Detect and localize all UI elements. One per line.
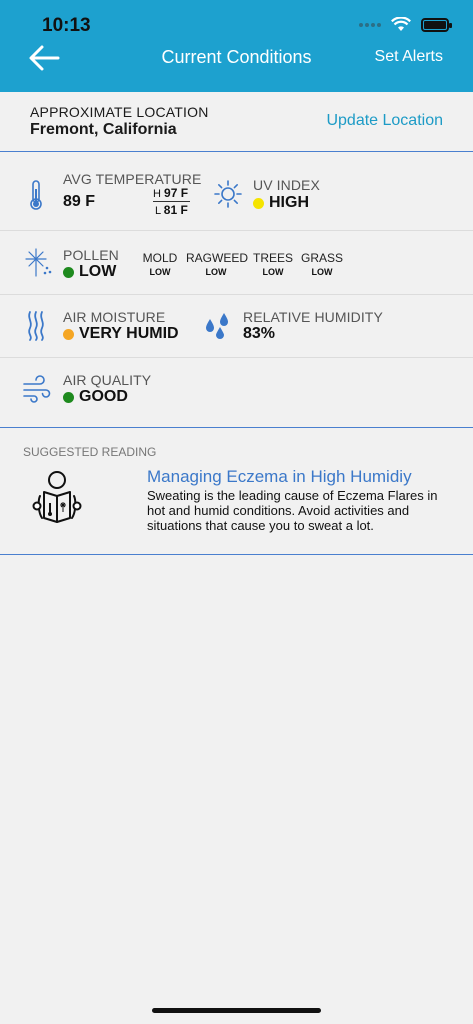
air-moisture-value: VERY HUMID [63, 325, 179, 343]
status-time: 10:13 [42, 15, 91, 36]
high-temperature: H 97 F [153, 186, 189, 200]
dandelion-icon [25, 248, 52, 277]
thermometer-icon [30, 180, 42, 210]
pollen-mold: MOLD LOW [142, 251, 178, 277]
air-quality-value: GOOD [63, 388, 128, 406]
pollen-status-dot [63, 266, 74, 278]
pollen-value: LOW [63, 263, 116, 281]
set-alerts-button[interactable]: Set Alerts [375, 48, 443, 66]
battery-icon [421, 17, 452, 32]
temperature-uv-row: AVG TEMPERATURE 89 F H 97 F L 81 F UV IN… [0, 153, 473, 231]
wind-icon [23, 375, 51, 403]
article-title[interactable]: Managing Eczema in High Humidiy [147, 467, 412, 487]
uv-index-label: UV INDEX [253, 177, 320, 193]
suggested-reading-section[interactable]: SUGGESTED READING Managing Eczema in Hig… [0, 427, 473, 555]
hl-divider [153, 201, 190, 202]
moisture-humidity-row: AIR MOISTURE VERY HUMID RELATIVE HUMIDIT… [0, 295, 473, 358]
uv-status-dot [253, 197, 264, 209]
uv-index-value: HIGH [253, 194, 309, 212]
low-temperature: L 81 F [155, 203, 188, 217]
pollen-label: POLLEN [63, 247, 119, 263]
location-label: APPROXIMATE LOCATION [30, 104, 209, 120]
suggested-reading-label: SUGGESTED READING [23, 445, 157, 459]
location-section: APPROXIMATE LOCATION Fremont, California… [0, 92, 473, 152]
avg-temperature-label: AVG TEMPERATURE [63, 171, 202, 187]
air-quality-status-dot [63, 391, 74, 403]
article-summary: Sweating is the leading cause of Eczema … [147, 488, 438, 533]
status-icons [359, 17, 452, 32]
avg-temperature-value: 89 F [63, 193, 96, 210]
person-reading-icon [32, 471, 82, 523]
pollen-trees: TREES LOW [252, 251, 293, 277]
app-header: 10:13 Current Conditions Set Alerts [0, 0, 473, 92]
location-value: Fremont, California [30, 121, 177, 138]
water-drops-icon [206, 313, 228, 339]
relative-humidity-value: 83% [243, 325, 276, 342]
pollen-grass: GRASS LOW [300, 251, 343, 277]
moisture-status-dot [63, 328, 74, 340]
pollen-row: POLLEN LOW MOLD LOW RAGWEED LOW TREES LOW G… [0, 231, 473, 295]
home-indicator[interactable] [152, 1008, 321, 1013]
wifi-icon [391, 17, 411, 31]
relative-humidity-label: RELATIVE HUMIDITY [243, 309, 383, 325]
wavy-lines-icon [28, 311, 44, 341]
update-location-link[interactable]: Update Location [326, 112, 443, 130]
pollen-ragweed: RAGWEED LOW [186, 251, 249, 277]
signal-icon [359, 22, 381, 27]
air-moisture-label: AIR MOISTURE [63, 309, 166, 325]
air-quality-row: AIR QUALITY GOOD [0, 358, 473, 427]
sun-icon [214, 180, 242, 208]
air-quality-label: AIR QUALITY [63, 372, 152, 388]
